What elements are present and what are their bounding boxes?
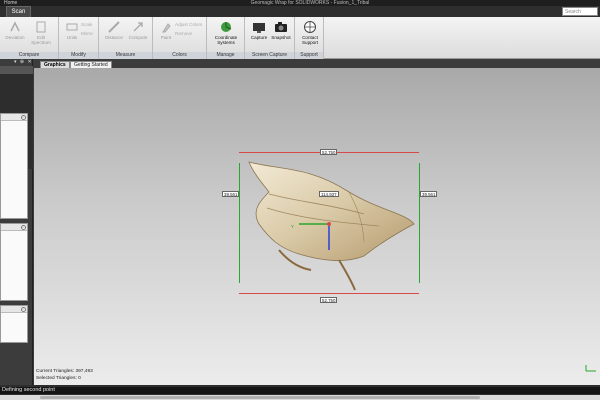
ribbon-group-colors: Paint Adjust Colors Remove Colors xyxy=(153,17,207,59)
ribbon-group-screen-capture: Capture Snapshot Screen Capture xyxy=(245,17,295,59)
units-button[interactable]: Units xyxy=(61,20,83,50)
scale-button[interactable]: Scale xyxy=(81,21,93,28)
ribbon-group-manage: Coordinate Systems Manage xyxy=(207,17,245,59)
paint-button[interactable]: Paint xyxy=(155,20,177,50)
adjust-colors-button[interactable]: Adjust Colors xyxy=(175,21,202,28)
selected-triangles: Selected Triangles: 0 xyxy=(36,376,81,381)
collapse-icon[interactable]: ^ xyxy=(21,225,26,230)
dim-center-label: 114.937 xyxy=(319,191,339,197)
paint-brush-icon xyxy=(162,23,171,33)
remove-colors-button[interactable]: Remove xyxy=(175,30,192,37)
command-prompt: Defining second point xyxy=(0,387,600,394)
ribbon-group-measure: Distance Compute Measure xyxy=(99,17,153,59)
deviation-button[interactable]: Deviation xyxy=(4,20,26,50)
group-label: Manage xyxy=(207,52,244,59)
panel-header xyxy=(0,66,33,74)
contact-support-button[interactable]: Contact Support xyxy=(298,20,322,50)
capture-button[interactable]: Capture xyxy=(248,20,270,50)
graphics-viewport[interactable]: 52.750 39.561 39.561 114.937 52.750 Y Cu… xyxy=(34,68,600,385)
section-header: ^ xyxy=(1,114,27,121)
bbox-right-edge xyxy=(419,163,420,283)
left-panel: ▾ ⊕ ✕ ^ ^ ^ xyxy=(0,59,33,385)
ribbon-group-support: Contact Support Support xyxy=(295,17,324,59)
tab-graphics[interactable]: Graphics xyxy=(40,61,70,68)
panel-section-2: ^ xyxy=(0,223,28,301)
globe-icon xyxy=(304,21,316,33)
snapshot-button[interactable]: Snapshot xyxy=(270,20,292,50)
group-label: Support xyxy=(295,52,323,59)
dim-top-label: 52.750 xyxy=(320,149,338,155)
menu-bar xyxy=(0,6,600,17)
section-header: ^ xyxy=(1,306,27,313)
group-label: Modify xyxy=(59,52,98,59)
group-label: Screen Capture xyxy=(245,52,294,59)
shell-model[interactable] xyxy=(239,152,419,294)
ruler-icon xyxy=(108,21,120,33)
compute-icon xyxy=(133,22,143,32)
units-icon xyxy=(66,23,78,31)
dim-left-label: 39.561 xyxy=(222,191,240,197)
monitor-icon xyxy=(253,23,265,33)
tab-getting-started[interactable]: Getting Started xyxy=(70,61,112,68)
scrollbar-thumb[interactable] xyxy=(40,396,480,399)
search-input[interactable]: Search xyxy=(562,7,598,16)
edit-spectrum-button[interactable]: Edit Spectrum xyxy=(30,20,52,50)
dim-right-label: 39.561 xyxy=(420,191,438,197)
camera-icon xyxy=(275,22,287,32)
spectrum-icon xyxy=(36,21,46,33)
document-tab-bar xyxy=(34,59,600,68)
coordinate-systems-icon xyxy=(221,22,232,32)
deviation-icon xyxy=(10,21,20,32)
collapse-icon[interactable]: ^ xyxy=(21,115,26,120)
compute-button[interactable]: Compute xyxy=(127,20,149,50)
group-label: Compare xyxy=(0,52,58,59)
distance-button[interactable]: Distance xyxy=(103,20,125,50)
group-label: Measure xyxy=(99,52,152,59)
current-triangles: Current Triangles: 397,493 xyxy=(36,369,93,374)
section-header: ^ xyxy=(1,224,27,231)
panel-section-3: ^ xyxy=(0,305,28,343)
tab-scan[interactable]: Scan xyxy=(6,6,31,17)
group-label: Colors xyxy=(153,52,206,59)
ribbon-group-compare: Deviation Edit Spectrum Compare xyxy=(0,17,59,59)
panel-controls[interactable]: ▾ ⊕ ✕ xyxy=(14,59,33,66)
dim-bottom-label: 52.750 xyxy=(320,297,338,303)
mirror-button[interactable]: Mirror xyxy=(81,30,93,37)
panel-section-1: ^ xyxy=(0,113,28,219)
coordinate-systems-button[interactable]: Coordinate Systems xyxy=(213,20,239,50)
collapse-icon[interactable]: ^ xyxy=(21,307,26,312)
ribbon-group-modify: Units Scale Mirror Modify xyxy=(59,17,99,59)
axis-triad-icon xyxy=(585,365,596,372)
axis-y-label: Y xyxy=(291,224,294,229)
